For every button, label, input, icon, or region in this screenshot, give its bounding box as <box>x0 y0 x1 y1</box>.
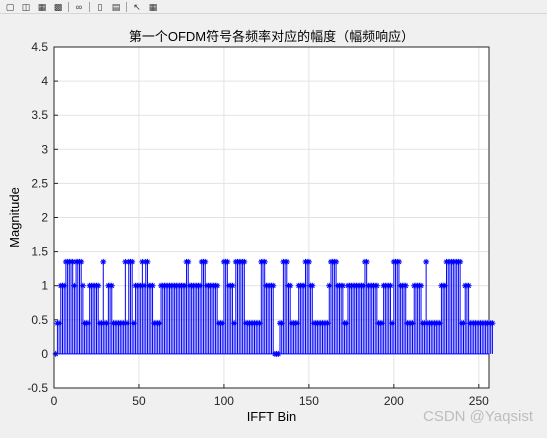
toolbar-separator <box>126 1 127 12</box>
y-tick-label: 4 <box>41 74 48 88</box>
stem-chart: 0 50 100 150 200 250-0.500.511.522.533.544.5 … <box>7 29 496 424</box>
x-tick-label: 200 <box>384 394 404 408</box>
y-tick-label: 1.5 <box>31 245 48 259</box>
x-tick-label: 0 <box>51 394 58 408</box>
toolbar-separator <box>89 1 90 12</box>
y-axis-label: Magnitude <box>7 187 22 248</box>
x-tick-label: 150 <box>299 394 319 408</box>
y-tick-label: 2.5 <box>31 176 48 190</box>
figure-window: 0 50 100 150 200 250 -0.5 0 0.5 1 1.5 2 2.5 3 3.5 4 4.5 … <box>0 14 547 433</box>
figure-toolbar: ▢ ◫ ▦ ▩ ∞ ▯ ▤ ↖ ▦ <box>0 0 547 14</box>
y-tick-label: 0.5 <box>31 313 48 327</box>
y-tick-label: 4.5 <box>31 40 48 54</box>
pointer-arrow-icon[interactable]: ↖ <box>131 2 143 12</box>
y-tick-label: -0.5 <box>27 381 48 395</box>
save-icon[interactable]: ▦ <box>36 2 48 12</box>
y-tick-label: 3 <box>41 142 48 156</box>
watermark: CSDN @Yaqsist <box>423 408 533 425</box>
y-tick-label: 1 <box>41 279 48 293</box>
x-tick-label: 50 <box>132 394 146 408</box>
y-tick-label: 2 <box>41 211 48 225</box>
x-tick-label: 100 <box>214 394 234 408</box>
x-axis-label: IFFT Bin <box>247 409 297 424</box>
chart-title: 第一个OFDM符号各频率对应的幅度（幅频响应） <box>129 29 414 44</box>
x-tick-label: 250 <box>469 394 489 408</box>
insert-legend-icon[interactable]: ▤ <box>110 2 122 12</box>
toolbar-separator <box>68 1 69 12</box>
y-tick-label: 3.5 <box>31 108 48 122</box>
link-icon[interactable]: ∞ <box>73 2 85 12</box>
property-editor-icon[interactable]: ▦ <box>147 2 159 12</box>
y-tick-label: 0 <box>41 347 48 361</box>
print-icon[interactable]: ▩ <box>52 2 64 12</box>
new-figure-icon[interactable]: ▢ <box>4 2 16 12</box>
open-file-icon[interactable]: ◫ <box>20 2 32 12</box>
insert-colorbar-icon[interactable]: ▯ <box>94 2 106 12</box>
